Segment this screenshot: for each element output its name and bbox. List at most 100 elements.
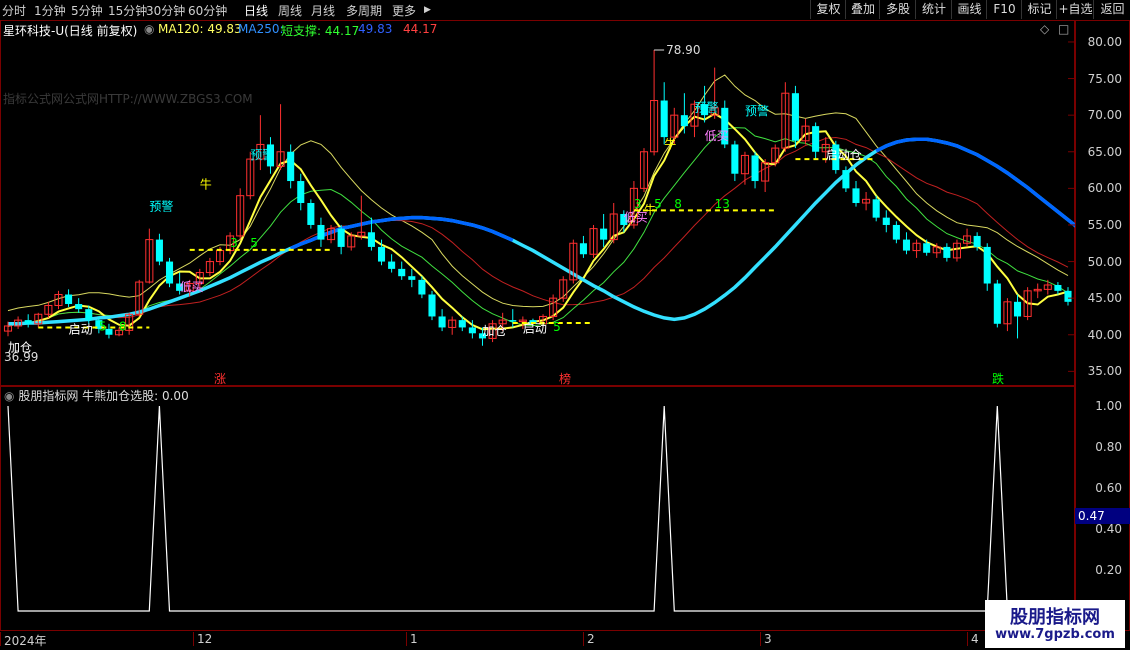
candle-body — [892, 224, 900, 240]
candle-body — [731, 144, 739, 174]
candle — [902, 232, 911, 255]
signal-label-21: 牛 — [664, 136, 676, 151]
toolbar-button-6[interactable]: 标记 — [1021, 0, 1057, 19]
ma-long-line-cyan — [8, 215, 615, 326]
toolbar-button-4[interactable]: 画线 — [951, 0, 987, 19]
candle-body — [973, 235, 981, 247]
candle-body — [983, 246, 991, 284]
period-tab-6[interactable]: 日线 — [244, 2, 268, 19]
toolbar-button-1[interactable]: 叠加 — [845, 0, 880, 19]
date-tick-mark-5 — [967, 632, 968, 646]
date-tick-mark-2 — [406, 632, 407, 646]
signal-label-2: 5 — [99, 319, 107, 333]
candle-body — [943, 246, 951, 258]
price-tick-4: 60.00 — [1087, 181, 1122, 195]
period-tab-1[interactable]: 1分钟 — [34, 2, 66, 19]
candlestick-chart[interactable]: 78.9036.99加仓启动 5 8预警低买牛预警3 5加仓 启动 5低买牛3 5 8 13预警… — [0, 20, 1075, 386]
site-logo: 股朋指标网 www.7gpzb.com — [985, 600, 1125, 648]
candle-body — [317, 224, 325, 240]
candle-body — [680, 115, 688, 127]
date-tick-1: 12 — [197, 632, 213, 646]
date-tick-mark-4 — [760, 632, 761, 646]
signal-label-11: 启动 — [523, 322, 547, 336]
candle-body — [438, 316, 446, 328]
indicator-tick-4: 0.20 — [1095, 563, 1122, 577]
logo-url: www.7gpzb.com — [995, 627, 1115, 642]
candle-body — [882, 217, 890, 225]
date-tick-mark-1 — [193, 632, 194, 646]
candle-body — [398, 268, 406, 277]
candle-body — [85, 309, 93, 321]
event-tag-2: 跌 — [992, 372, 1005, 386]
candle — [862, 192, 871, 211]
candle — [155, 233, 163, 266]
candle-body — [842, 170, 850, 189]
period-tab-4[interactable]: 30分钟 — [146, 2, 185, 19]
candle — [448, 316, 457, 335]
candle-body — [428, 294, 436, 317]
candle-body — [902, 239, 911, 251]
period-tab-9[interactable]: 多周期 — [346, 2, 382, 19]
event-tag-1: 榜 — [559, 372, 572, 386]
indicator-chart[interactable] — [0, 386, 1075, 631]
candle — [943, 243, 951, 262]
period-tab-5[interactable]: 60分钟 — [188, 2, 227, 19]
signal-label-5: 低买 — [180, 280, 204, 294]
candle — [872, 195, 880, 222]
candle — [65, 289, 73, 307]
signal-label-1: 启动 — [69, 322, 93, 336]
toolbar-button-8[interactable]: 返回 — [1093, 0, 1130, 19]
candle — [609, 203, 618, 244]
candle-body — [1054, 284, 1062, 291]
candle — [276, 104, 285, 171]
toolbar-button-2[interactable]: 多股 — [879, 0, 916, 19]
candle — [781, 82, 790, 152]
candle-body — [791, 93, 799, 141]
candle — [24, 314, 32, 328]
candle — [801, 118, 810, 145]
period-tab-7[interactable]: 周线 — [278, 2, 302, 19]
candle — [236, 188, 245, 240]
indicator-tick-3: 0.40 — [1095, 522, 1122, 536]
candle — [812, 122, 820, 160]
candle — [509, 309, 517, 328]
candle-body — [65, 294, 73, 305]
toolbar-button-0[interactable]: 复权 — [810, 0, 846, 19]
candle — [963, 228, 972, 247]
period-toolbar: 分时 1分钟 5分钟 15分钟 30分钟 60分钟 日线 周线 月线 多周期 更多 ▶ 复权 叠加 多股统… — [0, 0, 1130, 21]
more-arrow-icon[interactable]: ▶ — [424, 5, 431, 15]
candle — [408, 268, 416, 288]
candle-body — [872, 199, 880, 218]
toolbar-button-5[interactable]: F10 — [986, 0, 1022, 19]
period-tab-0[interactable]: 分时 — [2, 2, 26, 19]
candle-body — [579, 243, 587, 255]
period-tab-8[interactable]: 月线 — [311, 2, 335, 19]
candle-body — [367, 232, 375, 247]
toolbar-button-3[interactable]: 统计 — [915, 0, 952, 19]
candle — [75, 298, 83, 313]
current-value-badge: 0.47 — [1075, 508, 1130, 524]
candle — [205, 257, 214, 277]
candle — [993, 279, 1001, 328]
period-tab-3[interactable]: 15分钟 — [108, 2, 147, 19]
signal-label-16: 5 — [654, 197, 662, 211]
price-tick-3: 65.00 — [1087, 145, 1122, 159]
signal-label-7: 预警 — [250, 147, 274, 162]
period-tab-2[interactable]: 5分钟 — [71, 2, 103, 19]
candle — [751, 151, 759, 189]
candle — [731, 140, 739, 182]
candle-body — [458, 320, 466, 328]
period-tab-10[interactable]: 更多 — [392, 2, 416, 19]
candle — [740, 151, 749, 185]
candle — [579, 235, 587, 258]
high-price-label: 78.90 — [666, 43, 700, 57]
candle-body — [388, 261, 396, 269]
candle — [842, 166, 850, 193]
candle — [882, 210, 890, 233]
indicator-tick-2: 0.60 — [1095, 481, 1122, 495]
toolbar-button-7[interactable]: +自选 — [1056, 0, 1094, 19]
candle-body — [923, 243, 931, 253]
candle — [639, 148, 649, 193]
candle — [1064, 287, 1072, 306]
candle — [852, 181, 860, 207]
